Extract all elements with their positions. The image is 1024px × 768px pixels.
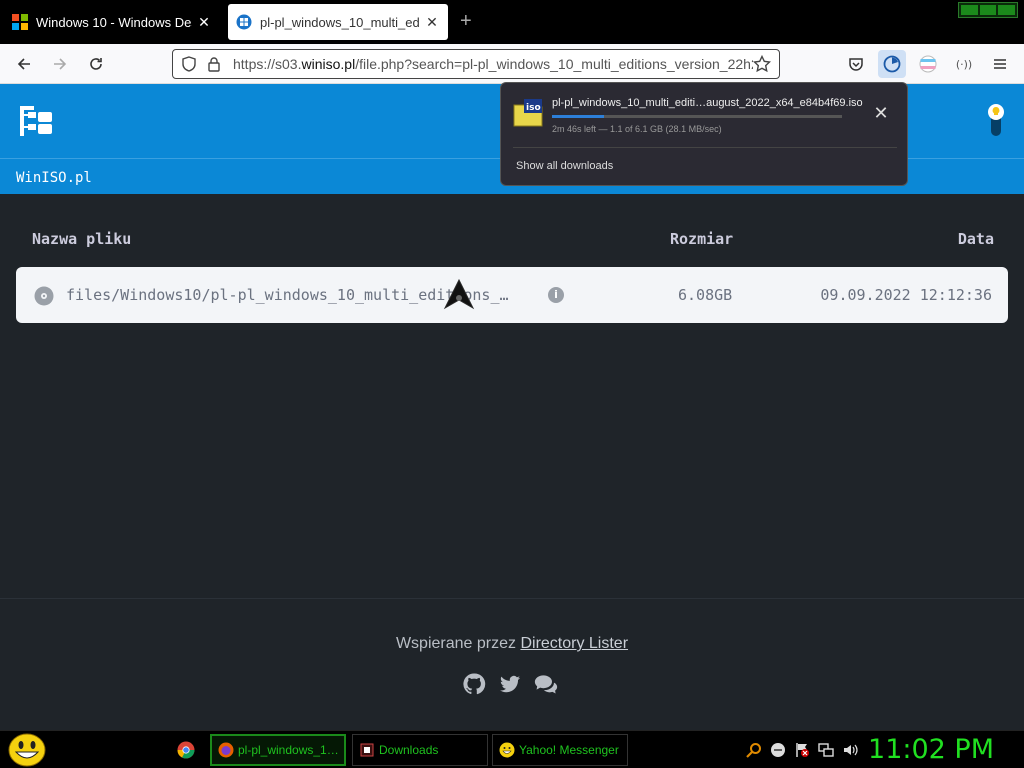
bookmark-star-icon[interactable] xyxy=(753,55,771,73)
file-size: 6.08GB xyxy=(678,286,733,304)
forward-button[interactable] xyxy=(48,52,72,76)
extension-icon[interactable]: (·)) xyxy=(952,52,976,76)
column-header-name[interactable]: Nazwa pliku xyxy=(32,230,131,248)
tab-close-icon[interactable]: ✕ xyxy=(196,14,212,31)
firefox-icon xyxy=(218,742,234,758)
mouse-cursor-icon xyxy=(443,278,475,310)
forward-arrow-icon xyxy=(54,58,67,70)
panel-divider xyxy=(513,147,897,148)
reload-button[interactable] xyxy=(84,52,108,76)
directory-lister-logo-icon[interactable] xyxy=(20,106,52,136)
chrome-icon[interactable] xyxy=(177,741,195,759)
tab-winiso[interactable]: pl-pl_windows_10_multi_editions ✕ xyxy=(228,4,448,40)
download-progress-fill xyxy=(552,115,605,118)
download-filename[interactable]: pl-pl_windows_10_multi_editi…august_2022… xyxy=(552,97,863,109)
breadcrumb[interactable]: WinISO.pl xyxy=(16,170,92,186)
download-status: 2m 46s left — 1.1 of 6.1 GB (28.1 MB/sec… xyxy=(552,124,722,134)
theme-toggle-lightbulb-icon[interactable] xyxy=(988,102,1004,138)
address-bar[interactable]: https://s03.winiso.pl/file.php?search=pl… xyxy=(172,49,780,79)
file-date: 09.09.2022 12:12:36 xyxy=(820,286,992,304)
menu-hamburger-icon[interactable] xyxy=(988,52,1012,76)
footer-credit: Wspierane przez Directory Lister xyxy=(0,635,1024,653)
github-icon[interactable] xyxy=(462,672,486,696)
network-icon[interactable] xyxy=(817,741,834,758)
action-center-flag-icon[interactable] xyxy=(793,741,810,758)
column-header-size[interactable]: Rozmiar xyxy=(670,230,733,248)
cancel-download-close-icon[interactable]: ✕ xyxy=(871,103,891,123)
column-header-date[interactable]: Data xyxy=(958,230,994,248)
browser-tab-strip: Windows 10 - Windows Desktop ✕ pl-pl_win… xyxy=(0,0,1024,44)
downloads-button[interactable] xyxy=(878,50,906,78)
new-tab-button[interactable]: + xyxy=(460,10,472,33)
info-icon[interactable]: i xyxy=(548,287,564,303)
start-smiley-icon[interactable] xyxy=(8,733,46,767)
download-progress-icon xyxy=(883,55,901,73)
taskbar-clock[interactable]: 11:02 PM xyxy=(868,734,994,765)
file-row[interactable]: files/Windows10/pl-pl_windows_10_multi_e… xyxy=(16,267,1008,323)
tab-title: Windows 10 - Windows Desktop xyxy=(36,14,192,30)
footer-social-icons xyxy=(462,672,564,696)
back-button[interactable] xyxy=(12,52,36,76)
listing-header: Nazwa pliku Rozmiar Data xyxy=(32,230,994,250)
taskbar-button-firefox[interactable]: pl-pl_windows_1… xyxy=(210,734,346,766)
system-tray xyxy=(745,741,858,758)
navigation-toolbar: https://s03.winiso.pl/file.php?search=pl… xyxy=(0,44,1024,84)
tab-windows-desktop[interactable]: Windows 10 - Windows Desktop ✕ xyxy=(4,4,220,40)
reload-icon xyxy=(90,58,102,70)
taskbar-button-downloads[interactable]: Downloads xyxy=(352,734,488,766)
svg-text:iso: iso xyxy=(526,103,541,113)
pocket-icon[interactable] xyxy=(844,52,868,76)
window-controls[interactable] xyxy=(958,2,1018,18)
footer-divider xyxy=(0,598,1024,599)
tab-title: pl-pl_windows_10_multi_editions xyxy=(260,14,420,30)
folder-icon xyxy=(360,743,374,757)
show-all-downloads-link[interactable]: Show all downloads xyxy=(516,160,613,172)
chat-bubbles-icon[interactable] xyxy=(534,672,558,696)
taskbar: pl-pl_windows_1… Downloads Yahoo! Messen… xyxy=(0,730,1024,768)
windows-logo-icon xyxy=(12,14,28,30)
directory-lister-link[interactable]: Directory Lister xyxy=(520,635,628,652)
extension-flag-icon[interactable] xyxy=(916,52,940,76)
back-arrow-icon xyxy=(17,58,30,70)
shield-icon xyxy=(182,56,196,72)
volume-icon[interactable] xyxy=(841,741,858,758)
url-text: https://s03.winiso.pl/file.php?search=pl… xyxy=(233,56,753,72)
winiso-globe-icon xyxy=(236,14,252,30)
tab-close-icon[interactable]: ✕ xyxy=(424,14,440,31)
lock-icon xyxy=(208,57,220,72)
downloads-panel: iso pl-pl_windows_10_multi_editi…august_… xyxy=(500,82,908,186)
disc-icon xyxy=(34,286,54,306)
taskbar-button-yahoo-messenger[interactable]: Yahoo! Messenger xyxy=(492,734,628,766)
twitter-icon[interactable] xyxy=(498,672,522,696)
download-progress-bar xyxy=(552,115,842,118)
iso-file-icon: iso xyxy=(513,99,543,127)
footer-prefix: Wspierane przez xyxy=(395,635,516,652)
messenger-tray-icon[interactable] xyxy=(769,741,786,758)
yahoo-smiley-icon xyxy=(499,742,515,758)
search-icon[interactable] xyxy=(745,741,762,758)
